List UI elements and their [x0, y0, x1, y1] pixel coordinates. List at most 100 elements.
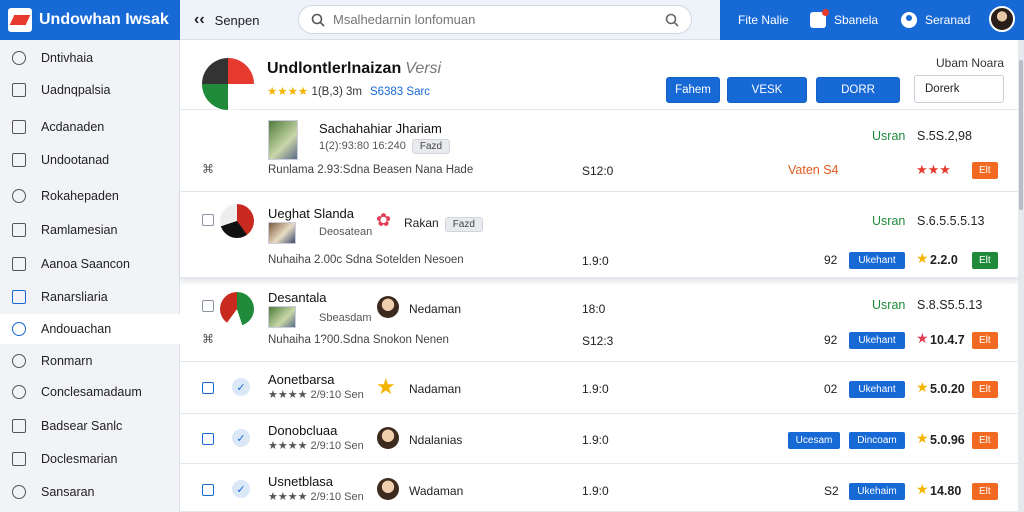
app-logo[interactable]: Undowhan Iwsak	[0, 0, 180, 40]
sidebar-item-2[interactable]: Uadnqpalsia	[0, 75, 180, 105]
row-count: S2	[824, 484, 839, 498]
row-checkbox[interactable]	[202, 484, 214, 496]
logo-icon	[8, 8, 32, 32]
files-menu[interactable]: Fite Nalie	[738, 0, 789, 40]
page-title: Undlontlerlnaizan Versi	[267, 60, 441, 78]
avatar[interactable]	[989, 6, 1015, 32]
table-icon	[12, 223, 26, 237]
row-checkbox[interactable]	[202, 433, 214, 445]
meta-link[interactable]: S6383 Sarc	[370, 86, 430, 98]
row-amount: 5.0.96	[930, 433, 965, 447]
check-icon: ✓	[232, 480, 250, 498]
status-chip[interactable]: Dincoam	[849, 432, 905, 449]
sidebar-item-13[interactable]: Doclesmarian	[0, 444, 180, 474]
search-icon	[311, 13, 325, 27]
sidebar-item-6[interactable]: Ramlamesian	[0, 215, 180, 245]
sidebar-item-3[interactable]: Acdanaden	[0, 112, 180, 142]
star-icon: ★	[916, 481, 929, 497]
pin-icon[interactable]: ⌘	[202, 332, 214, 346]
scrollbar-thumb[interactable]	[1019, 60, 1023, 210]
status-chip[interactable]: Ukehant	[849, 381, 905, 398]
dorerk-select[interactable]: Dorerk	[914, 75, 1004, 103]
item-avatar	[220, 292, 254, 326]
status-chip[interactable]: Ukehant	[849, 332, 905, 349]
row-title[interactable]: Donobcluaa	[268, 423, 337, 438]
vertical-scrollbar[interactable]	[1018, 40, 1024, 512]
sidebar-item-14[interactable]: Sansaran	[0, 477, 180, 507]
search-submit-icon[interactable]	[665, 13, 679, 27]
sidebar-item-5[interactable]: Rokahepaden	[0, 181, 180, 211]
row-value: 1.9:0	[582, 433, 609, 447]
user-icon	[12, 322, 26, 336]
pin-icon[interactable]: ⌘	[202, 162, 214, 176]
row-subtitle: ★★★★ 2/9:10 Sen	[268, 389, 364, 401]
sidebar-item-label: Conclesamadaum	[41, 385, 142, 399]
table-row[interactable]: ✓ Usnetblasa ★★★★ 2/9:10 Sen Wadaman 1.9…	[180, 464, 1018, 512]
row-label: Wadaman	[409, 484, 464, 498]
table-row[interactable]: ✓ Donobcluaa ★★★★ 2/9:10 Sen Ndalanias 1…	[180, 414, 1018, 464]
table-row[interactable]: ⌘ Desantala Sbeasdam Nedaman Nuhaiha 1?0…	[180, 284, 1018, 362]
row-checkbox[interactable]	[202, 382, 214, 394]
status-chip[interactable]: Ukehant	[849, 252, 905, 269]
corner-label: Ubam Noara	[936, 56, 1005, 70]
edit-badge[interactable]: Elt	[972, 483, 998, 500]
dorr-button[interactable]: DORR	[816, 77, 900, 103]
sidebar-item-label: Sansaran	[41, 485, 95, 499]
account-menu[interactable]: Seranad	[901, 0, 970, 40]
row-value: S12:0	[582, 164, 614, 178]
row-title[interactable]: Sachahahiar Jhariam	[319, 121, 442, 136]
fahem-button[interactable]: Fahem	[666, 77, 720, 103]
avatar	[377, 478, 399, 500]
sidebar-item-label: Acdanaden	[41, 120, 105, 134]
search-box[interactable]	[298, 5, 692, 34]
sidebar-item-12[interactable]: Badsear Sanlc	[0, 411, 180, 441]
user-icon	[901, 12, 917, 28]
item-thumbnail	[268, 306, 296, 328]
sidebar-item-11[interactable]: Conclesamadaum	[0, 377, 180, 407]
notifications-menu[interactable]: Sbanela	[810, 0, 878, 40]
row-price: S.6.5.5.5.13	[917, 214, 985, 228]
edit-badge[interactable]: Elt	[972, 162, 998, 179]
sidebar-item-9[interactable]: Andouachan	[0, 314, 180, 344]
sidebar-item-label: Ramlamesian	[41, 223, 118, 237]
row-title[interactable]: Aonetbarsa	[268, 372, 335, 387]
row-user: Usran	[872, 129, 906, 143]
sidebar-item-label: Ronmarn	[41, 354, 93, 368]
row-tag: Fazd	[411, 139, 451, 154]
row-details: Runlama 2.93:Sdna Beasen Nana Hade	[268, 164, 474, 176]
row-amount: 10.4.7	[930, 333, 965, 347]
row-title[interactable]: Desantala	[268, 290, 327, 305]
back-button[interactable]: ‹‹ Senpen	[194, 0, 259, 40]
table-row[interactable]: Ueghat Slanda Deosatean ✿ Rakan Fazd Nuha…	[180, 192, 1018, 278]
sidebar-item-8[interactable]: Ranarsliaria	[0, 282, 180, 312]
row-title[interactable]: Usnetblasa	[268, 474, 333, 489]
vesk-button[interactable]: VESK	[727, 77, 807, 103]
check-icon: ✓	[232, 429, 250, 447]
star-icon: ★	[916, 430, 929, 446]
search-input[interactable]	[333, 12, 665, 27]
edit-badge[interactable]: Elt	[972, 432, 998, 449]
tag-icon	[12, 419, 26, 433]
gear-icon	[12, 51, 26, 65]
sidebar-item-10[interactable]: Ronmarn	[0, 346, 180, 376]
edit-badge[interactable]: Elt	[972, 252, 998, 269]
folder-icon	[12, 257, 26, 271]
edit-badge[interactable]: Elt	[972, 332, 998, 349]
chart-icon	[12, 120, 26, 134]
account-label: Seranad	[925, 13, 971, 27]
edit-badge[interactable]: Elt	[972, 381, 998, 398]
row-count: 02	[824, 382, 838, 396]
sidebar-item-4[interactable]: Undootanad	[0, 145, 180, 175]
sidebar-item-7[interactable]: Aanoa Saancon	[0, 249, 180, 279]
table-row[interactable]: ✓ Aonetbarsa ★★★★ 2/9:10 Sen ★ Nadaman 1…	[180, 362, 1018, 414]
sidebar-item-1[interactable]: Dntivhaia	[0, 43, 180, 73]
status-chip[interactable]: Ukehaim	[849, 483, 905, 500]
row-checkbox[interactable]	[202, 300, 214, 312]
notifications-label: Sbanela	[834, 13, 879, 27]
row-label-text: Rakan	[404, 216, 439, 230]
row-title[interactable]: Ueghat Slanda	[268, 206, 354, 221]
table-row[interactable]: ⌘ Sachahahiar Jhariam 1(2):93:80 16:240 F…	[180, 110, 1018, 192]
row-details: Nuhaiha 1?00.Sdna Snokon Nenen	[268, 334, 449, 346]
row-checkbox[interactable]	[202, 214, 214, 226]
extra-chip[interactable]: Ucesam	[788, 432, 840, 449]
